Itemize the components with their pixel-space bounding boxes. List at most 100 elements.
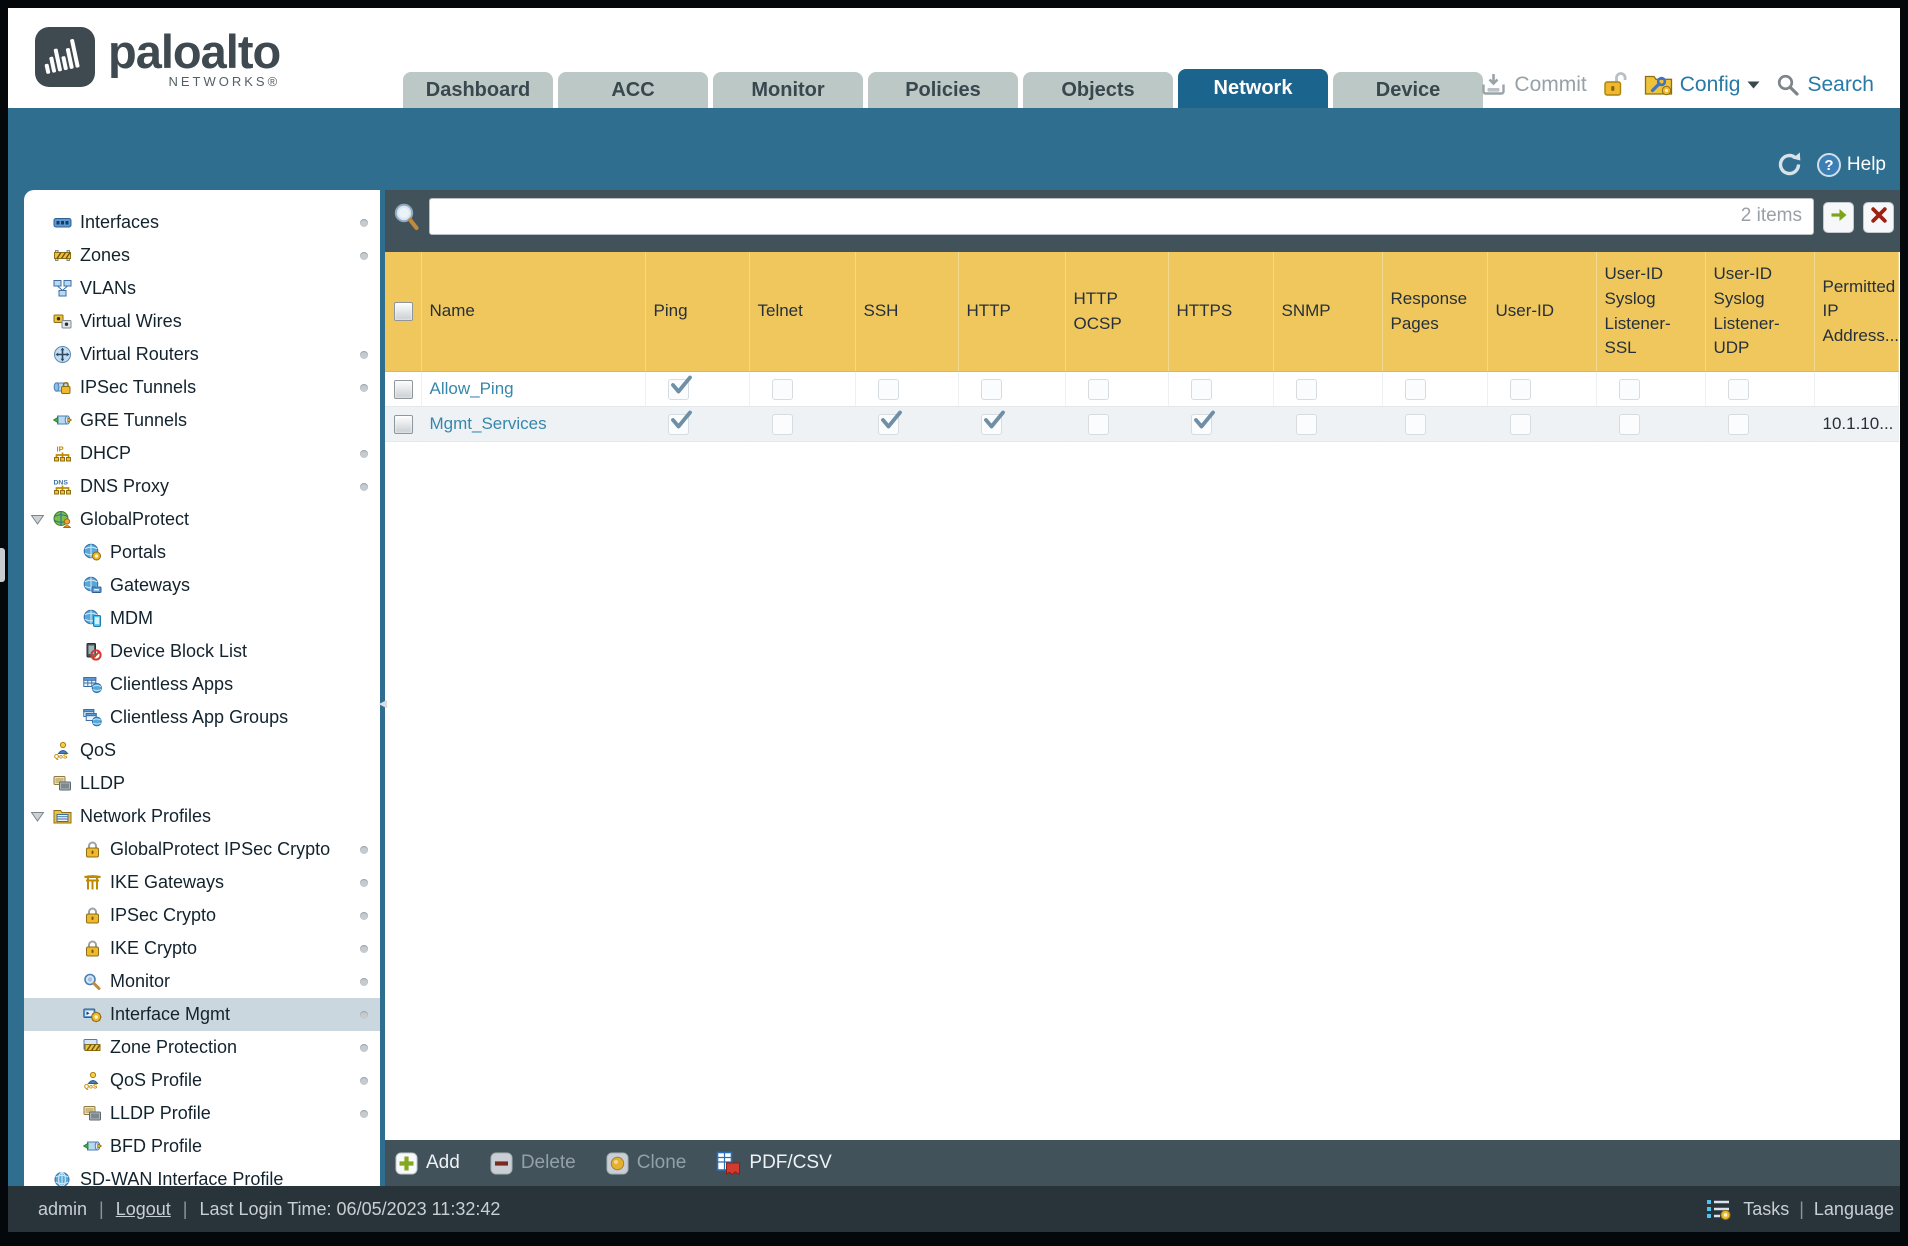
column-header-user-id-syslog-listener-udp[interactable]: User-ID Syslog Listener-UDP: [1705, 252, 1815, 372]
refresh-icon[interactable]: [1776, 151, 1804, 178]
column-header-permitted-ip-address[interactable]: Permitted IP Address...: [1814, 252, 1899, 372]
ssh-cell: [855, 371, 959, 407]
check-icon: [669, 375, 694, 403]
sidebar-item-clientless-apps[interactable]: Clientless Apps: [24, 668, 380, 701]
sidebar-item-portals[interactable]: Portals: [24, 536, 380, 569]
response-pages-cell: [1382, 406, 1488, 442]
tab-monitor[interactable]: Monitor: [713, 72, 863, 108]
pdf-csv-icon: [716, 1151, 741, 1176]
tab-policies[interactable]: Policies: [868, 72, 1018, 108]
sidebar-item-virtual-wires[interactable]: Virtual Wires: [24, 305, 380, 338]
sidebar-item-ike-gateways[interactable]: IKE Gateways: [24, 866, 380, 899]
ike-gateways-icon: [82, 873, 103, 893]
expand-triangle-icon[interactable]: [24, 811, 52, 822]
sidebar-collapse-handle[interactable]: ◀: [376, 690, 390, 716]
tab-objects[interactable]: Objects: [1023, 72, 1173, 108]
action-label: Clone: [636, 1152, 687, 1173]
tab-device[interactable]: Device: [1333, 72, 1483, 108]
row-checkbox[interactable]: [394, 379, 414, 399]
lock-icon[interactable]: [1603, 71, 1628, 98]
sidebar-item-qos[interactable]: QoS QoS: [24, 734, 380, 767]
column-header-telnet[interactable]: Telnet: [749, 252, 856, 372]
commit-button[interactable]: Commit: [1480, 72, 1587, 97]
help-button[interactable]: ? Help: [1816, 152, 1886, 178]
sidebar-item-globalprotect-ipsec-crypto[interactable]: GlobalProtect IPSec Crypto: [24, 833, 380, 866]
sidebar-item-clientless-app-groups[interactable]: Clientless App Groups: [24, 701, 380, 734]
ping-checkbox: [667, 410, 692, 435]
ipsec-tunnels-icon: [52, 378, 73, 398]
http-ocsp-cell: [1065, 371, 1169, 407]
sidebar-item-ipsec-tunnels[interactable]: IPSec Tunnels: [24, 371, 380, 404]
config-button[interactable]: Config: [1644, 72, 1761, 97]
search-button[interactable]: Search: [1776, 73, 1874, 97]
add-button[interactable]: Add: [395, 1152, 460, 1175]
telnet-cell: [749, 406, 856, 442]
subheader-bar: ? Help: [8, 108, 1900, 190]
sidebar-item-label: IPSec Crypto: [110, 905, 217, 925]
name-cell: Allow_Ping: [421, 371, 646, 407]
select-all-checkbox[interactable]: [394, 302, 414, 321]
language-button[interactable]: Language: [1814, 1199, 1894, 1220]
sidebar-item-sd-wan-interface-profile[interactable]: SD-WAN Interface Profile: [24, 1163, 380, 1186]
column-header-ssh[interactable]: SSH: [855, 252, 959, 372]
sidebar-item-label: Zones: [80, 245, 131, 265]
sidebar-item-mdm[interactable]: MDM: [24, 602, 380, 635]
sidebar-item-interfaces[interactable]: Interfaces: [24, 206, 380, 239]
sidebar-item-zones[interactable]: Zones: [24, 239, 380, 272]
sidebar-item-virtual-routers[interactable]: Virtual Routers: [24, 338, 380, 371]
sidebar-item-vlans[interactable]: VLANs: [24, 272, 380, 305]
apply-filter-button[interactable]: [1823, 202, 1854, 233]
sidebar-item-globalprotect[interactable]: GlobalProtect: [24, 503, 380, 536]
tab-dashboard[interactable]: Dashboard: [403, 72, 553, 108]
column-header-https[interactable]: HTTPS: [1168, 252, 1274, 372]
column-header-http-ocsp[interactable]: HTTP OCSP: [1065, 252, 1169, 372]
row-checkbox[interactable]: [394, 414, 414, 434]
sidebar-item-qos-profile[interactable]: QoS QoS Profile: [24, 1064, 380, 1097]
profiles-table-wrap: Name Ping Telnet SSH HTTP HTTP OCSP HTTPS SNMP R…: [385, 252, 1900, 1140]
interfaces-icon: [52, 213, 73, 233]
dns-proxy-icon: DNS: [52, 477, 73, 497]
pdf-csv-button[interactable]: PDF/CSV: [716, 1151, 832, 1176]
http-cell: [958, 406, 1066, 442]
filter-input[interactable]: [429, 198, 1814, 235]
help-icon: ?: [1816, 152, 1842, 178]
column-header-http[interactable]: HTTP: [958, 252, 1066, 372]
tasks-button[interactable]: Tasks: [1743, 1199, 1789, 1220]
profile-link-mgmt-services[interactable]: Mgmt_Services: [430, 414, 547, 433]
column-header-ping[interactable]: Ping: [645, 252, 750, 372]
row-select-cell: [385, 406, 422, 442]
profile-link-allow-ping[interactable]: Allow_Ping: [430, 379, 514, 398]
tab-acc[interactable]: ACC: [558, 72, 708, 108]
sidebar-item-network-profiles[interactable]: Network Profiles: [24, 800, 380, 833]
tab-network[interactable]: Network: [1178, 69, 1328, 108]
column-header-user-id[interactable]: User-ID: [1487, 252, 1597, 372]
sidebar-item-bfd-profile[interactable]: BFD Profile: [24, 1130, 380, 1163]
sidebar-item-ipsec-crypto[interactable]: IPSec Crypto: [24, 899, 380, 932]
user-id-cell: [1487, 371, 1597, 407]
sidebar-item-lldp-profile[interactable]: LLDP Profile: [24, 1097, 380, 1130]
sidebar-item-monitor[interactable]: Monitor: [24, 965, 380, 998]
sidebar-item-lldp[interactable]: LLDP: [24, 767, 380, 800]
column-header-snmp[interactable]: SNMP: [1273, 252, 1383, 372]
qos-icon: QoS: [52, 741, 73, 761]
sidebar-item-device-block-list[interactable]: Device Block List: [24, 635, 380, 668]
https-checkbox: [1190, 378, 1212, 400]
expand-triangle-icon[interactable]: [24, 514, 52, 525]
clear-filter-button[interactable]: [1863, 202, 1894, 233]
sidebar-item-gre-tunnels[interactable]: GRE Tunnels: [24, 404, 380, 437]
column-header-response-pages[interactable]: Response Pages: [1382, 252, 1488, 372]
column-header-user-id-syslog-listener-ssl[interactable]: User-ID Syslog Listener-SSL: [1596, 252, 1706, 372]
delete-icon: [490, 1152, 513, 1175]
sidebar-item-gateways[interactable]: Gateways: [24, 569, 380, 602]
sidebar-item-zone-protection[interactable]: Zone Protection: [24, 1031, 380, 1064]
left-edge-notch: [0, 548, 5, 582]
sidebar-item-ike-crypto[interactable]: IKE Crypto: [24, 932, 380, 965]
check-icon: [1192, 410, 1217, 438]
sidebar-item-dhcp[interactable]: IP DHCP: [24, 437, 380, 470]
sidebar-item-dns-proxy[interactable]: DNS DNS Proxy: [24, 470, 380, 503]
column-header-name[interactable]: Name: [421, 252, 646, 372]
sidebar-item-label: LLDP: [80, 773, 126, 793]
sidebar-item-interface-mgmt[interactable]: Interface Mgmt: [24, 998, 380, 1031]
logout-link[interactable]: Logout: [116, 1199, 171, 1220]
mdm-icon: [82, 609, 103, 629]
